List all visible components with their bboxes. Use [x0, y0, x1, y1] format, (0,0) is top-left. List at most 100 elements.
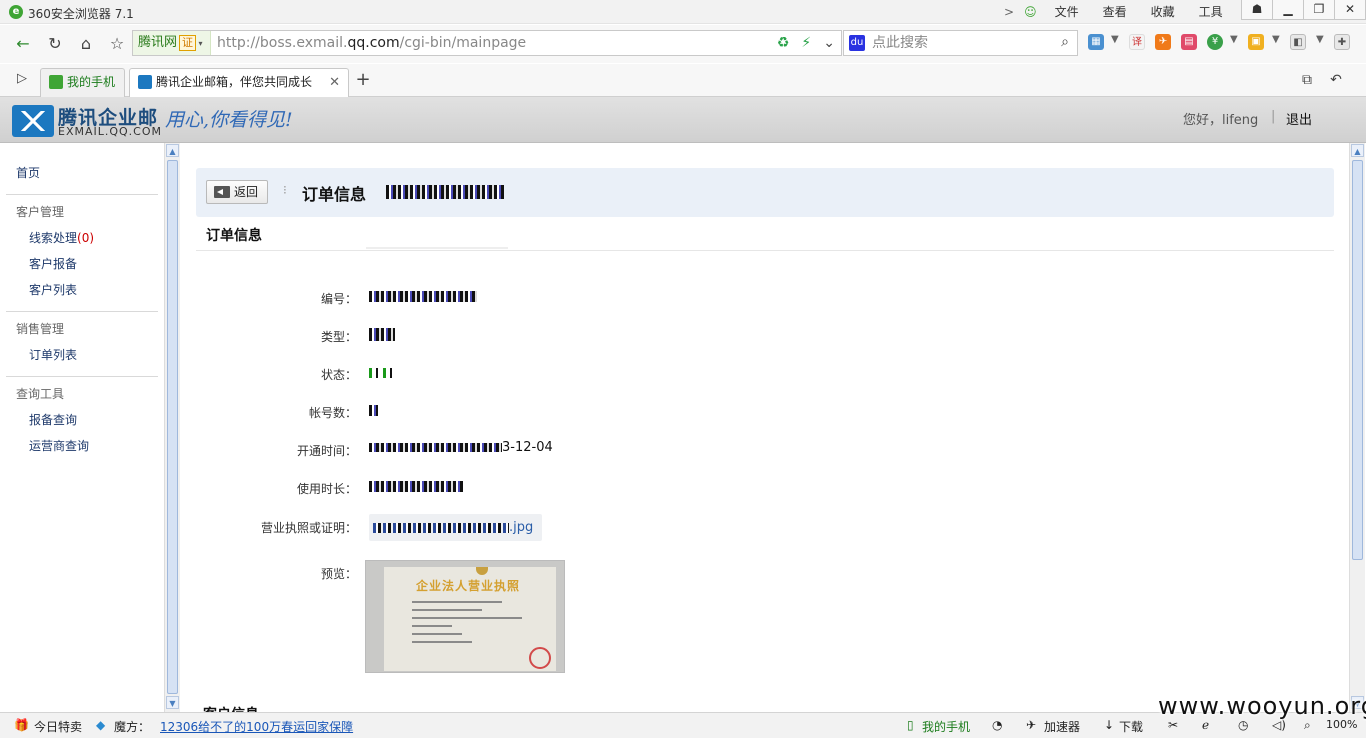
refresh-icon[interactable]: ↻ — [44, 34, 66, 54]
divider — [6, 194, 158, 195]
field-value-open-time: 3-12-04 — [369, 440, 553, 455]
url-text[interactable]: http://boss.exmail.qq.com/cgi-bin/mainpa… — [217, 31, 526, 55]
exmail-logo-icon — [12, 105, 54, 137]
undo-close-icon[interactable]: ↶ — [1325, 70, 1347, 90]
sidebar-item-home[interactable]: 首页 — [16, 164, 40, 181]
scroll-thumb[interactable] — [167, 160, 178, 694]
plane-icon[interactable]: ✈ — [1155, 34, 1171, 50]
main-scrollbar[interactable]: ▲ ▼ — [1349, 143, 1365, 712]
search-icon[interactable]: ⌕ — [1061, 34, 1069, 50]
volume-icon[interactable]: ◁) — [1272, 718, 1286, 732]
translate-icon[interactable]: 译 — [1129, 34, 1145, 50]
accelerator-button[interactable]: 加速器 — [1044, 718, 1080, 735]
field-label-accounts: 帐号数： — [308, 406, 357, 420]
license-preview-image[interactable]: 企业法人营业执照 — [365, 560, 565, 673]
license-file-link[interactable]: .jpg — [369, 514, 542, 541]
screenshot-icon[interactable]: ◧ — [1290, 34, 1306, 50]
gift-icon[interactable]: 🎁 — [14, 718, 29, 732]
divider — [6, 376, 158, 377]
redacted-order-number — [386, 184, 504, 199]
tab-bar: ▷ 我的手机 腾讯企业邮箱，伴您共同成长 ✕ + ⧉ ↶ — [0, 64, 1366, 97]
zoom-icon[interactable]: ⌕ — [1304, 718, 1311, 733]
close-button[interactable]: ✕ — [1334, 0, 1366, 20]
download-icon[interactable]: ↓ — [1104, 718, 1114, 732]
recycle-icon[interactable]: ♻ — [777, 34, 790, 52]
lightning-icon[interactable]: ⚡ — [801, 34, 811, 52]
order-title: 订单信息 — [302, 185, 367, 204]
logout-link[interactable]: 退出 — [1286, 109, 1312, 128]
user-greeting: 您好，lifeng — [1183, 113, 1259, 128]
extension-dropdown-icon[interactable]: ▼ — [1316, 34, 1324, 45]
order-header-bar: 返回 ⁝ 订单信息 2015120 — [196, 168, 1334, 217]
menu-view[interactable]: 查看 — [1091, 3, 1139, 21]
order-number: 2015120 — [386, 181, 504, 200]
sidebar-item-order-list[interactable]: 订单列表 — [29, 346, 77, 363]
cube-icon[interactable]: ◆ — [96, 718, 105, 732]
skin-shirt-icon[interactable]: ☗ — [1241, 0, 1273, 20]
address-bar[interactable]: 腾讯网证 ▾ http://boss.exmail.qq.com/cgi-bin… — [132, 30, 842, 56]
tools-icon[interactable]: ✂ — [1168, 718, 1178, 732]
red-seal-icon — [529, 647, 551, 669]
rocket-icon[interactable]: ✈ — [1026, 718, 1036, 732]
sidebar-item-customer-list[interactable]: 客户列表 — [29, 281, 77, 298]
minimize-button[interactable]: ▁ — [1272, 0, 1304, 20]
certificate-badge[interactable]: 腾讯网证 ▾ — [133, 31, 211, 55]
menu-file[interactable]: 文件 — [1043, 3, 1091, 21]
new-tab-icon[interactable]: + — [352, 70, 374, 90]
extension-dropdown-icon[interactable]: ▼ — [1272, 34, 1280, 45]
next-section-title: 客户信息 — [203, 704, 259, 712]
star-icon[interactable]: ☆ — [106, 34, 128, 54]
today-deals[interactable]: 今日特卖 — [34, 718, 82, 735]
sidebar-item-leads[interactable]: 线索处理(0) — [29, 229, 94, 246]
back-arrow-icon[interactable]: ← — [12, 34, 34, 54]
tab-list-icon[interactable]: ⧉ — [1296, 70, 1318, 90]
speedometer-icon[interactable]: ◔ — [992, 718, 1002, 732]
menu-tools[interactable]: 工具 — [1187, 3, 1235, 21]
section-divider — [196, 250, 1334, 251]
extension-dropdown-icon[interactable]: ▼ — [1230, 34, 1238, 45]
brand-slogan: 用心,你看得见! — [165, 109, 293, 131]
puzzle-icon[interactable]: ✚ — [1334, 34, 1350, 50]
extension-apps-icon[interactable]: ▦ — [1088, 34, 1104, 50]
baidu-paw-icon[interactable]: du — [849, 35, 865, 51]
chevron-down-icon[interactable]: ⌄ — [823, 34, 835, 52]
scroll-up-arrow-icon[interactable]: ▲ — [166, 144, 179, 157]
scroll-down-arrow-icon[interactable]: ▼ — [166, 696, 179, 709]
back-button[interactable]: 返回 — [206, 180, 268, 204]
cert-mark: 证 — [179, 35, 197, 51]
field-value-type — [369, 327, 395, 342]
expand-arrow-icon[interactable]: > — [1000, 3, 1018, 21]
sidebar-toggle-icon[interactable]: ▷ — [11, 69, 33, 89]
national-emblem-icon — [476, 567, 488, 575]
extension-dropdown-icon[interactable]: ▼ — [1111, 34, 1119, 45]
shopping-icon[interactable]: ▤ — [1181, 34, 1197, 50]
section-tab-underline — [366, 247, 508, 249]
field-value-duration — [369, 479, 463, 494]
clock-icon[interactable]: ◷ — [1238, 718, 1248, 732]
my-phone-status[interactable]: 我的手机 — [922, 718, 970, 735]
scroll-thumb[interactable] — [1352, 160, 1363, 560]
phone-icon[interactable]: ▯ — [907, 718, 914, 732]
sidebar-item-customer-report[interactable]: 客户报备 — [29, 255, 77, 272]
search-input[interactable]: 点此搜索 — [872, 31, 928, 55]
ie-icon[interactable]: ℯ — [1202, 718, 1209, 732]
mall-icon[interactable]: ▣ — [1248, 34, 1264, 50]
close-tab-icon[interactable]: ✕ — [329, 69, 340, 96]
shield-yen-icon[interactable]: ¥ — [1207, 34, 1223, 50]
user-icon[interactable]: ☺ — [1018, 3, 1043, 21]
sidebar-item-report-query[interactable]: 报备查询 — [29, 411, 77, 428]
maximize-button[interactable]: ❐ — [1303, 0, 1335, 20]
window-title: 360安全浏览器 7.1 — [28, 7, 134, 21]
tab-my-phone[interactable]: 我的手机 — [40, 68, 125, 97]
tab-exmail[interactable]: 腾讯企业邮箱，伴您共同成长 ✕ — [129, 68, 349, 97]
news-link[interactable]: 12306给不了的100万春运回家保障 — [160, 718, 353, 735]
menu-favorites[interactable]: 收藏 — [1139, 3, 1187, 21]
sidebar-item-carrier-query[interactable]: 运营商查询 — [29, 437, 89, 454]
field-value-number — [369, 289, 477, 304]
home-icon[interactable]: ⌂ — [75, 34, 97, 54]
sidebar-scrollbar[interactable]: ▲ ▼ — [164, 143, 180, 712]
download-button[interactable]: 下载 — [1119, 718, 1143, 735]
search-box[interactable]: du 点此搜索 ⌕ — [843, 30, 1078, 56]
scroll-up-arrow-icon[interactable]: ▲ — [1351, 144, 1364, 157]
window-controls: ☗ ▁ ❐ ✕ — [1241, 0, 1366, 20]
